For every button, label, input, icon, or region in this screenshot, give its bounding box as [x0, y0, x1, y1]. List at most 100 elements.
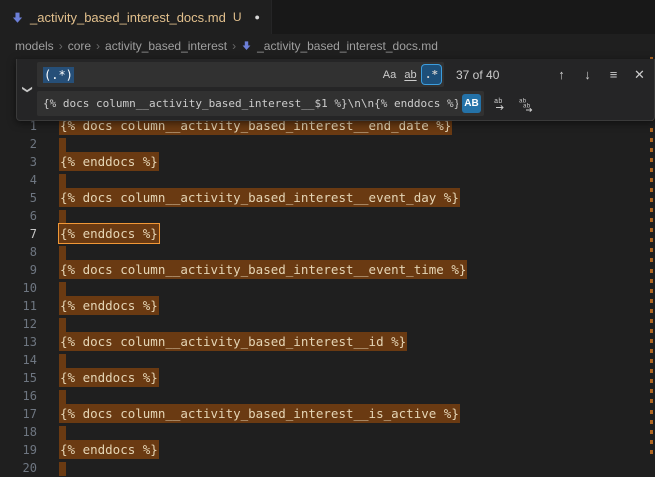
line-text — [59, 279, 66, 297]
find-match: {% enddocs %} — [59, 152, 159, 171]
code-line[interactable]: 13 {% docs column__activity_based_interes… — [0, 333, 647, 351]
line-text — [59, 243, 66, 261]
line-number: 18 — [0, 423, 37, 441]
code-area[interactable]: 1{% docs column__activity_based_interest… — [0, 117, 647, 477]
breadcrumb-item-core[interactable]: core — [68, 39, 91, 53]
line-text — [59, 207, 66, 225]
code-line[interactable]: 19 {% enddocs %} — [0, 441, 647, 459]
find-match-empty — [59, 426, 66, 440]
line-text: {% enddocs %} — [59, 297, 159, 315]
code-line[interactable]: 7{% enddocs %} — [0, 225, 647, 243]
line-text — [59, 135, 66, 153]
code-line[interactable]: 12 — [0, 315, 647, 333]
line-number: 5 — [0, 189, 37, 207]
regex-button[interactable]: .* — [422, 65, 441, 84]
search-input[interactable]: (.*) Aa ab .* — [37, 62, 444, 87]
git-status-badge: U — [233, 10, 242, 24]
line-number: 17 — [0, 405, 37, 423]
find-match-empty — [59, 174, 66, 188]
line-text — [59, 171, 66, 189]
code-line[interactable]: 4 — [0, 171, 647, 189]
line-text: {% docs column__activity_based_interest_… — [59, 333, 407, 351]
find-match: {% docs column__activity_based_interest_… — [59, 332, 407, 351]
code-line[interactable]: 15{% enddocs %} — [0, 369, 647, 387]
close-button[interactable]: ✕ — [629, 64, 650, 85]
next-match-button[interactable]: ↓ — [577, 64, 598, 85]
line-number: 19 — [0, 441, 37, 459]
line-text: {% enddocs %} — [59, 225, 159, 243]
find-match-empty — [59, 462, 66, 476]
line-text: {% enddocs %} — [59, 153, 159, 171]
chevron-down-icon: ❯ — [21, 85, 32, 93]
find-row: (.*) Aa ab .* 37 of 40 ↑ ↓ ≡ ✕ — [37, 62, 650, 87]
whole-word-button[interactable]: ab — [401, 65, 420, 84]
replace-all-icon: ab ab — [518, 96, 534, 112]
code-line[interactable]: 18 — [0, 423, 647, 441]
editor[interactable]: 1{% docs column__activity_based_interest… — [0, 57, 655, 470]
find-match-empty — [59, 282, 66, 296]
markdown-file-icon — [11, 11, 24, 24]
line-number: 12 — [0, 315, 37, 333]
breadcrumb-item-file[interactable]: _activity_based_interest_docs.md — [241, 39, 438, 53]
line-number: 20 — [0, 459, 37, 477]
markdown-file-icon — [241, 40, 252, 51]
replace-icon: ab — [492, 96, 508, 112]
code-line[interactable]: 2 — [0, 135, 647, 153]
line-number: 16 — [0, 387, 37, 405]
search-value: (.*) — [43, 67, 74, 83]
find-match: {% docs column__activity_based_interest_… — [59, 260, 467, 279]
line-text: {% docs column__activity_based_interest_… — [59, 189, 460, 207]
tab-bar: _activity_based_interest_docs.md U ● — [0, 0, 655, 34]
line-text — [59, 459, 66, 477]
breadcrumb: models › core › activity_based_interest … — [0, 34, 655, 57]
chevron-right-icon: › — [59, 39, 63, 53]
replace-input[interactable]: {% docs column__activity_based_interest_… — [37, 91, 484, 116]
find-match: {% enddocs %} — [59, 296, 159, 315]
breadcrumb-item-folder[interactable]: activity_based_interest — [105, 39, 227, 53]
line-text: {% docs column__activity_based_interest_… — [59, 405, 460, 423]
code-line[interactable]: 16 — [0, 387, 647, 405]
line-text — [59, 351, 66, 369]
replace-row: {% docs column__activity_based_interest_… — [37, 91, 650, 116]
svg-text:ab: ab — [523, 102, 531, 109]
unsaved-dot-icon[interactable]: ● — [255, 12, 260, 22]
replace-all-button[interactable]: ab ab — [515, 93, 536, 114]
code-line[interactable]: 3 {% enddocs %} — [0, 153, 647, 171]
match-count: 37 of 40 — [456, 68, 499, 82]
find-match-empty — [59, 138, 66, 152]
previous-match-button[interactable]: ↑ — [551, 64, 572, 85]
line-number: 9 — [0, 261, 37, 279]
line-number: 10 — [0, 279, 37, 297]
code-line[interactable]: 10 — [0, 279, 647, 297]
find-match-empty — [59, 246, 66, 260]
preserve-case-button[interactable]: AB — [462, 94, 481, 113]
line-number: 8 — [0, 243, 37, 261]
toggle-replace-button[interactable]: ❯ — [17, 62, 37, 116]
code-line[interactable]: 8 — [0, 243, 647, 261]
code-line[interactable]: 11{% enddocs %} — [0, 297, 647, 315]
code-line[interactable]: 14 — [0, 351, 647, 369]
replace-button[interactable]: ab — [489, 93, 510, 114]
breadcrumb-item-models[interactable]: models — [15, 39, 54, 53]
chevron-right-icon: › — [232, 39, 236, 53]
code-line[interactable]: 17 {% docs column__activity_based_interes… — [0, 405, 647, 423]
line-number: 6 — [0, 207, 37, 225]
match-case-button[interactable]: Aa — [380, 65, 399, 84]
find-match-empty — [59, 210, 66, 224]
line-text: {% docs column__activity_based_interest_… — [59, 261, 467, 279]
line-number: 3 — [0, 153, 37, 171]
code-line[interactable]: 20 — [0, 459, 647, 477]
code-line[interactable]: 6 — [0, 207, 647, 225]
code-line[interactable]: 5 {% docs column__activity_based_interest… — [0, 189, 647, 207]
line-text — [59, 423, 66, 441]
line-number: 4 — [0, 171, 37, 189]
line-number: 2 — [0, 135, 37, 153]
chevron-right-icon: › — [96, 39, 100, 53]
editor-tab[interactable]: _activity_based_interest_docs.md U ● — [0, 0, 272, 34]
code-line[interactable]: 9 {% docs column__activity_based_interest… — [0, 261, 647, 279]
find-in-selection-button[interactable]: ≡ — [603, 64, 624, 85]
line-number: 15 — [0, 369, 37, 387]
find-match-empty — [59, 318, 66, 332]
line-text: {% enddocs %} — [59, 441, 159, 459]
line-number: 13 — [0, 333, 37, 351]
